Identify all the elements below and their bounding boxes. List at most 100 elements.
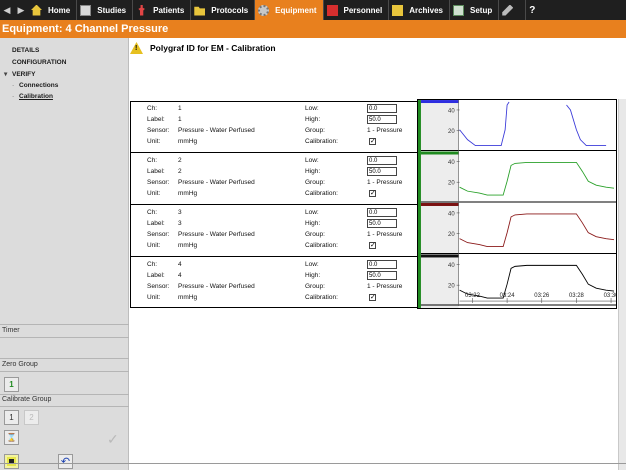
divider — [0, 463, 626, 464]
calibration-checkbox[interactable]: ✓ — [369, 138, 376, 145]
channel-high-label: High: — [305, 272, 321, 279]
tree-item-configuration-label: CONFIGURATION — [12, 59, 67, 66]
tree-item-details-label: DETAILS — [12, 47, 40, 54]
warning-exclamation-icon: ! — [135, 45, 138, 52]
calibration-checkbox[interactable]: ✓ — [369, 294, 376, 301]
nav-setup[interactable]: Setup — [450, 0, 500, 20]
undo-button[interactable]: ↶ — [58, 454, 73, 469]
equipment-icon — [258, 4, 270, 16]
channel-ch-label: Ch: — [147, 105, 158, 112]
channel-marker — [420, 100, 459, 104]
vertical-scrollbar[interactable] — [618, 99, 626, 470]
channel-unit-label: Unit: — [147, 242, 161, 249]
channel-unit-value: mmHg — [178, 138, 198, 145]
tree-item-connections-label: Connections — [19, 82, 59, 89]
channel-sensor-label: Sensor: — [147, 127, 170, 134]
x-tick-label: 03:28 — [569, 293, 585, 299]
page-title: Equipment: 4 Channel Pressure — [0, 20, 626, 38]
group-value: 1 - Pressure — [367, 127, 403, 134]
tree-item-connections[interactable]: · Connections — [12, 82, 58, 89]
channel-ch-value: 1 — [178, 105, 182, 112]
checkmark-icon[interactable]: ✓ — [107, 431, 119, 448]
tree-item-calibration-label: Calibration — [19, 93, 53, 100]
low-input[interactable]: 0.0 — [367, 260, 397, 269]
zero-group-1-button[interactable]: 1 — [4, 377, 19, 392]
channel-sensor-label: Sensor: — [147, 283, 170, 290]
hourglass-button[interactable]: ⌛ — [4, 430, 19, 445]
calibrate-group-1-button[interactable]: 1 — [4, 410, 19, 425]
channel-row: Ch: 1 Label: 1 Sensor: Pressure - Water Perfu… — [131, 102, 418, 153]
help-icon: ? — [529, 4, 536, 16]
y-tick-label: 40 — [448, 108, 455, 114]
nav-patients[interactable]: Patients — [133, 0, 192, 20]
y-tick-label: 40 — [448, 160, 455, 166]
nav-studies[interactable]: Studies — [77, 0, 134, 20]
nav-help[interactable]: ? — [526, 0, 547, 20]
channel-grid: Ch: 1 Label: 1 Sensor: Pressure - Water Perfu… — [130, 101, 419, 308]
channel-high-label: High: — [305, 220, 321, 227]
channel-calibration-label: Calibration: — [305, 294, 338, 301]
tree-item-configuration[interactable]: CONFIGURATION — [12, 59, 66, 66]
divider — [0, 324, 129, 325]
channel-calibration-label: Calibration: — [305, 138, 338, 145]
nav-equipment[interactable]: Equipment — [255, 0, 324, 20]
channel-ch-value: 2 — [178, 157, 182, 164]
calibrate-group-2-button[interactable]: 2 — [24, 410, 39, 425]
top-nav-bar: ◀ ▶ Home Studies Patients Protocols Equi… — [0, 0, 626, 20]
calibration-checkbox[interactable]: ✓ — [369, 242, 376, 249]
channel-group-label: Group: — [305, 283, 325, 290]
channel-ch-label: Ch: — [147, 261, 158, 268]
channel-label-label: Label: — [147, 168, 165, 175]
channel-low-label: Low: — [305, 261, 319, 268]
calibrate-group-label: Calibrate Group — [2, 396, 52, 403]
save-button[interactable] — [4, 454, 19, 469]
pressure-trace — [459, 101, 510, 147]
channel-marker — [420, 151, 459, 155]
calibrate-group-2-label: 2 — [29, 413, 34, 422]
high-input[interactable]: 50.0 — [367, 219, 397, 228]
pressure-trace — [459, 213, 615, 248]
channel-sensor-value: Pressure - Water Perfused — [178, 179, 255, 186]
channel-low-label: Low: — [305, 105, 319, 112]
y-tick-label: 20 — [448, 284, 455, 290]
forward-arrow-icon[interactable]: ▶ — [14, 5, 28, 16]
channel-ch-label: Ch: — [147, 157, 158, 164]
channel-row: Ch: 3 Label: 3 Sensor: Pressure - Water Perfu… — [131, 206, 418, 257]
high-input[interactable]: 50.0 — [367, 115, 397, 124]
tree-item-verify[interactable]: ▾ VERIFY — [4, 70, 35, 78]
calibration-heading: Polygraf ID for EM - Calibration — [150, 43, 276, 53]
channel-sensor-label: Sensor: — [147, 179, 170, 186]
tree-item-verify-label: VERIFY — [12, 71, 36, 78]
y-tick-label: 20 — [448, 232, 455, 238]
channel-sensor-value: Pressure - Water Perfused — [178, 283, 255, 290]
nav-personnel-label: Personnel — [343, 5, 383, 15]
caret-down-icon: ▾ — [4, 71, 8, 78]
home-icon — [31, 4, 42, 16]
low-input[interactable]: 0.0 — [367, 156, 397, 165]
low-input[interactable]: 0.0 — [367, 208, 397, 217]
nav-personnel[interactable]: Personnel — [324, 0, 390, 20]
tree-item-details[interactable]: DETAILS — [12, 47, 39, 54]
low-input[interactable]: 0.0 — [367, 104, 397, 113]
channel-calibration-label: Calibration: — [305, 190, 338, 197]
back-arrow-icon[interactable]: ◀ — [0, 5, 14, 16]
channel-marker — [420, 203, 459, 206]
nav-home[interactable]: Home — [28, 0, 78, 20]
tree-item-calibration[interactable]: · Calibration — [12, 93, 53, 100]
high-input[interactable]: 50.0 — [367, 271, 397, 280]
undo-icon: ↶ — [60, 456, 71, 468]
nav-edit[interactable] — [499, 0, 527, 20]
divider — [0, 358, 129, 359]
high-input[interactable]: 50.0 — [367, 167, 397, 176]
nav-archives[interactable]: Archives — [389, 0, 450, 20]
nav-protocols-label: Protocols — [211, 5, 249, 15]
personnel-icon — [326, 4, 338, 16]
calibration-checkbox[interactable]: ✓ — [369, 190, 376, 197]
channel-sensor-value: Pressure - Water Perfused — [178, 127, 255, 134]
nav-protocols[interactable]: Protocols — [191, 0, 256, 20]
channel-unit-value: mmHg — [178, 190, 198, 197]
divider — [0, 371, 129, 372]
timer-label: Timer — [2, 327, 20, 334]
nav-patients-label: Patients — [153, 5, 185, 15]
group-value: 1 - Pressure — [367, 231, 403, 238]
